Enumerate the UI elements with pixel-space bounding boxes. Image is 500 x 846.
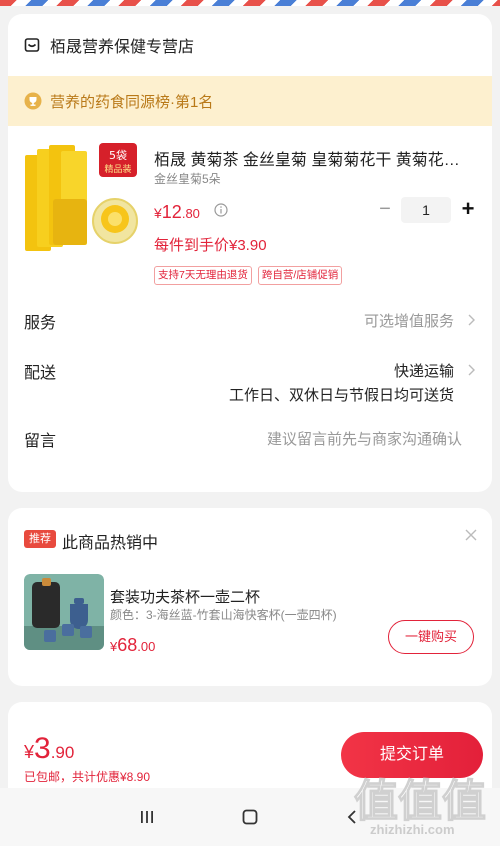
close-icon[interactable] [464,528,478,542]
service-value: 可选增值服务 [363,313,454,330]
message-row[interactable]: 留言 建议留言前先与商家沟通确认 [8,412,492,462]
price-decimal: .00 [137,639,156,654]
service-label: 服务 [24,315,57,332]
recommendation-title: 此商品热销中 [62,535,159,552]
price-decimal: .80 [181,206,200,221]
discount-note: 已包邮，共计优惠¥8.90 [24,770,151,784]
one-click-buy-button[interactable]: 一键购买 [388,620,474,654]
home-icon[interactable] [242,809,258,825]
recommended-product-variant: 颜色：3-海丝蓝-竹套山海快客杯(一壶四杯) [110,608,337,622]
tag-promotion: 跨自营/店铺促销 [257,266,343,285]
total-integer: 3 [34,732,51,765]
price-integer: 68 [117,635,138,655]
recommended-product-name[interactable]: 套装功夫茶杯一壶二杯 [110,586,260,607]
svg-text:精品装: 精品装 [104,163,131,175]
trophy-icon [24,92,42,110]
delivery-value: 快递运输 [393,363,454,380]
store-header[interactable]: 栢晟营养保健专营店 [8,14,492,76]
svg-text:值值值: 值值值 [354,776,486,827]
message-input[interactable]: 建议留言前先与商家沟通确认 [267,428,462,449]
price-currency: ¥ [154,205,162,221]
order-card: 栢晟营养保健专营店 营养的药食同源榜·第1名 5袋 精品装 栢晟 黄菊茶 金丝皇… [8,14,492,492]
total-price: ¥3.90 [24,732,74,766]
product-title[interactable]: 栢晟 黄菊茶 金丝皇菊 皇菊菊花干 黄菊花… [154,146,476,170]
store-icon [24,38,40,52]
chevron-right-icon [468,364,475,376]
quantity-increase-button[interactable]: + [456,197,480,223]
recommended-product-price: ¥68.00 [110,635,155,656]
message-label: 留言 [24,433,57,450]
product-row: 5袋 精品装 栢晟 黄菊茶 金丝皇菊 皇菊菊花干 黄菊花… 金丝皇菊5朵 ¥12… [8,126,492,294]
chevron-right-icon [468,314,475,326]
store-name: 栢晟营养保健专营店 [50,39,195,56]
ranking-banner[interactable]: 营养的药食同源榜·第1名 [8,76,492,126]
service-row[interactable]: 服务 可选增值服务 [8,294,492,344]
delivery-note: 工作日、双休日与节假日均可送货 [228,387,454,404]
product-variant[interactable]: 金丝皇菊5朵 [154,170,221,187]
svg-text:5袋: 5袋 [109,148,127,162]
product-image[interactable]: 5袋 精品装 [23,141,141,253]
recommended-product-image[interactable] [24,574,104,650]
recommend-badge: 推荐 [24,530,56,548]
info-icon[interactable] [214,203,228,217]
product-price: ¥12.80 [154,202,200,223]
quantity-input[interactable]: 1 [401,197,451,223]
airmail-border [0,0,500,6]
quantity-decrease-button[interactable]: − [374,197,396,223]
delivery-label: 配送 [24,365,57,382]
recommendation-card: 推荐 此商品热销中 套装功夫茶杯一壶二杯 颜色：3-海丝蓝-竹套山海快客杯(一壶… [8,508,492,686]
recommendation-header: 推荐 此商品热销中 [8,508,492,564]
delivery-row[interactable]: 配送 快递运输 工作日、双休日与节假日均可送货 [8,344,492,412]
total-decimal: .90 [50,743,75,762]
price-integer: 12 [161,202,182,222]
watermark-site: zhizhizhi.com [370,822,455,837]
recent-apps-icon[interactable] [139,809,155,825]
unit-final-price: 每件到手价¥3.90 [154,237,267,254]
product-tags: 支持7天无理由退货 跨自营/店铺促销 [154,266,343,285]
total-currency: ¥ [24,742,35,762]
tag-return-policy: 支持7天无理由退货 [154,266,252,285]
ranking-text: 营养的药食同源榜·第1名 [50,93,214,111]
